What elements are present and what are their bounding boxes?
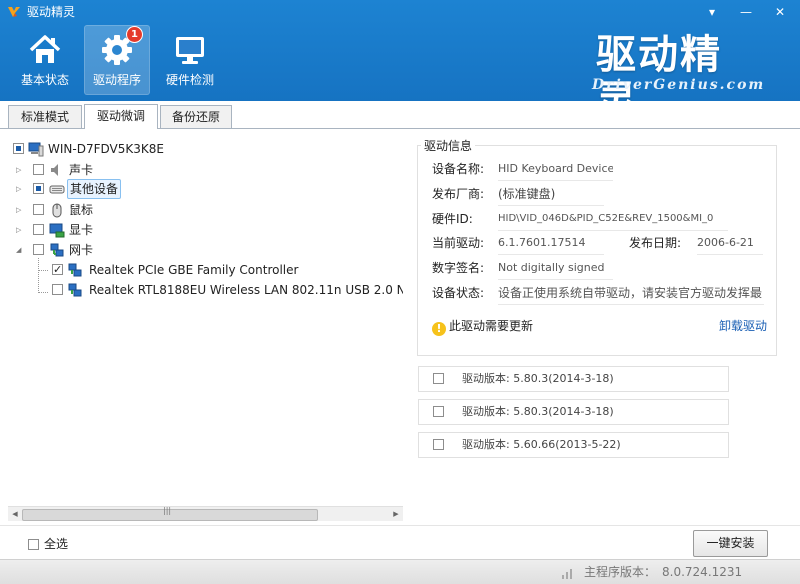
tree-item-label: 显卡 [69,223,94,237]
tree-root-label: WIN-D7FDV5K3K8E [48,142,164,156]
device-tree: WIN-D7FDV5K3K8E ▷ 声卡 ▷ 其他设备 ▷ 鼠标 ▷ 显卡 ◢ … [8,135,403,520]
scrollbar-thumb[interactable]: ||| [22,506,318,521]
tree-root[interactable]: WIN-D7FDV5K3K8E [8,139,308,159]
tree-checkbox[interactable] [52,260,63,280]
scroll-right-arrow-icon[interactable]: ▶ [389,507,403,521]
expand-arrow-icon[interactable]: ▷ [16,206,24,214]
one-click-install-button[interactable]: 一键安装 [693,530,768,557]
network-adapter-icon [68,283,82,297]
tree-item-other-devices[interactable]: ▷ 其他设备 [8,179,308,199]
device-status-value: 设备正使用系统自带驱动，请安装官方驱动发挥最 [498,282,764,305]
tree-item-network[interactable]: ◢ 网卡 [8,240,308,260]
driver-version-option[interactable]: 驱动版本: 5.80.3(2014-3-18) [418,366,729,392]
expand-arrow-icon[interactable]: ▷ [16,166,24,174]
tree-checkbox[interactable] [33,204,44,215]
signal-icon [562,569,572,579]
app-logo-icon [8,7,20,17]
grip-icon: ||| [163,506,172,515]
tree-checkbox[interactable] [33,183,44,194]
tree-item-label: 声卡 [69,163,94,177]
tree-item-label: 鼠标 [69,203,94,217]
version-value: 8.0.724.1231 [662,565,743,579]
tree-checkbox[interactable] [33,164,44,175]
info-row-current-driver: 当前驱动: 6.1.7601.17514 发布日期: 2006-6-21 [432,232,772,255]
monitor-icon [176,37,204,64]
tree-item-mouse[interactable]: ▷ 鼠标 [8,200,308,220]
version-label: 驱动版本: 5.80.3(2014-3-18) [462,405,614,418]
minimize-icon[interactable]: — [734,2,758,22]
tree-checkbox[interactable] [33,244,44,255]
warning-icon: ! [432,322,446,336]
display-adapter-icon [49,223,65,238]
tree-item-label: 网卡 [69,243,94,257]
close-icon[interactable]: ✕ [768,2,792,22]
toolbar-label: 基本状态 [20,73,69,87]
header: 驱动精灵 ▾ — ✕ 基本状态 1 驱动程序 硬件检测 驱动精 DriverGe… [0,0,800,124]
tree-horizontal-scrollbar[interactable]: ◀ ||| ▶ [8,506,403,521]
dropdown-menu-icon[interactable]: ▾ [700,2,724,22]
toolbar-basic-status[interactable]: 基本状态 [12,25,78,95]
tab-standard-mode[interactable]: 标准模式 [8,105,82,128]
driver-version-option[interactable]: 驱动版本: 5.80.3(2014-3-18) [418,399,729,425]
select-all-label[interactable]: 全选 [44,535,68,553]
action-bar: 全选 [0,525,800,559]
update-warning: ! 此驱动需要更新 [432,317,534,336]
tree-child-realtek-pcie[interactable]: Realtek PCIe GBE Family Controller [8,260,403,280]
expand-arrow-icon[interactable]: ▷ [16,226,24,234]
version-checkbox[interactable] [433,439,444,450]
title-bar[interactable]: 驱动精灵 ▾ — ✕ [0,0,800,24]
tree-checkbox[interactable] [33,224,44,235]
uninstall-driver-link[interactable]: 卸载驱动 [719,317,767,335]
current-driver-value: 6.1.7601.17514 [498,232,604,255]
scroll-left-arrow-icon[interactable]: ◀ [8,507,22,521]
driver-info-group: 设备名称: HID Keyboard Device 发布厂商: (标准键盘) 硬… [417,145,777,356]
mode-tabs: 标准模式 驱动微调 备份还原 [0,101,800,129]
driver-info-title: 驱动信息 [421,137,476,154]
tree-child-realtek-wireless[interactable]: Realtek RTL8188EU Wireless LAN 802.11n U… [8,280,403,300]
version-label: 主程序版本： [584,565,657,579]
tree-checkbox[interactable] [52,284,63,295]
collapse-arrow-icon[interactable]: ◢ [16,246,24,254]
status-bar: 主程序版本： 8.0.724.1231 [0,559,800,584]
tab-driver-tweak[interactable]: 驱动微调 [84,104,158,129]
mouse-icon [52,203,62,218]
version-checkbox[interactable] [433,406,444,417]
brand-logo: 驱动精灵 DriverGenius.com [592,32,766,124]
vendor-value: (标准键盘) [498,183,604,206]
speaker-icon [51,164,58,176]
home-icon [29,35,61,63]
select-all-checkbox[interactable] [28,539,39,550]
computer-icon [28,142,44,157]
tree-item-sound[interactable]: ▷ 声卡 [8,160,308,180]
version-label: 驱动版本: 5.60.66(2013-5-22) [462,438,621,451]
version-label: 驱动版本: 5.80.3(2014-3-18) [462,372,614,385]
version-checkbox[interactable] [433,373,444,384]
tree-child-label: Realtek RTL8188EU Wireless LAN 802.11n U… [89,283,403,297]
warning-text: 此驱动需要更新 [449,319,534,333]
network-adapter-icon [68,263,82,277]
window-title: 驱动精灵 [27,5,76,19]
toolbar-label: 驱动程序 [92,73,141,87]
hardware-id-value: HID\VID_046D&PID_C52E&REV_1500&MI_0 [498,208,728,231]
toolbar-label: 硬件检测 [165,73,214,87]
expand-arrow-icon[interactable]: ▷ [16,185,24,193]
signature-value: Not digitally signed [498,257,613,280]
toolbar-drivers[interactable]: 1 驱动程序 [84,25,150,95]
driver-version-option[interactable]: 驱动版本: 5.60.66(2013-5-22) [418,432,729,458]
update-count-badge: 1 [127,27,142,42]
tree-checkbox[interactable] [13,143,24,154]
toolbar-hardware-check[interactable]: 硬件检测 [157,25,223,95]
app-window: 驱动精灵 ▾ — ✕ 基本状态 1 驱动程序 硬件检测 驱动精 DriverGe… [0,0,800,584]
tree-child-label: Realtek PCIe GBE Family Controller [89,263,299,277]
keyboard-icon [49,185,65,194]
brand-name-en: DriverGenius.com [592,77,766,93]
tree-item-display[interactable]: ▷ 显卡 [8,220,308,240]
program-version: 主程序版本： 8.0.724.1231 [584,560,742,584]
device-name-value: HID Keyboard Device [498,158,613,181]
release-date-value: 2006-6-21 [697,232,763,255]
tree-item-label: 其他设备 [67,179,122,199]
network-icon [50,243,64,257]
tab-backup-restore[interactable]: 备份还原 [160,105,232,128]
